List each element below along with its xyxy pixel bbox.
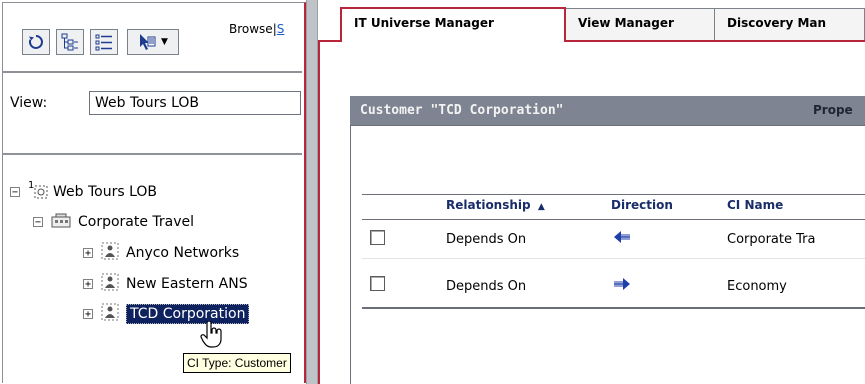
pointer-icon bbox=[140, 34, 156, 50]
tree-view-icon bbox=[61, 33, 78, 51]
tab-it-universe-manager[interactable]: IT Universe Manager bbox=[340, 7, 566, 42]
row-checkbox[interactable] bbox=[370, 276, 385, 291]
tree-node-root[interactable]: − 1 Web Tours LOB bbox=[10, 180, 157, 203]
content-border bbox=[318, 40, 330, 384]
hand-cursor-icon bbox=[200, 321, 222, 348]
tree-node-label[interactable]: Web Tours LOB bbox=[53, 184, 157, 200]
tree-node-label[interactable]: Corporate Travel bbox=[78, 214, 194, 230]
tree-node-label[interactable]: Anyco Networks bbox=[126, 245, 239, 261]
toolbar-divider bbox=[3, 71, 302, 73]
cell-ci-name[interactable]: Corporate Tra bbox=[727, 232, 815, 247]
view-divider bbox=[3, 153, 302, 155]
cell-relationship: Depends On bbox=[446, 232, 527, 247]
refresh-button[interactable] bbox=[22, 29, 50, 55]
tree-node-customer-selected[interactable]: + TCD Corporation bbox=[83, 303, 250, 325]
cell-ci-name[interactable]: Economy bbox=[727, 279, 787, 294]
tree-node-group[interactable]: − Corporate Travel bbox=[33, 211, 194, 233]
cell-relationship: Depends On bbox=[446, 279, 527, 294]
pointer-menu-button[interactable]: ▼ bbox=[127, 29, 179, 55]
panel-splitter[interactable] bbox=[306, 0, 318, 384]
customer-icon bbox=[101, 242, 119, 264]
right-panel bbox=[318, 0, 865, 384]
expand-icon[interactable]: + bbox=[83, 309, 93, 320]
search-mode-link[interactable]: S bbox=[277, 22, 285, 36]
details-header: Customer "TCD Corporation" Prope bbox=[350, 96, 865, 125]
tree-view-button[interactable] bbox=[56, 29, 84, 55]
column-header-ci-name[interactable]: CI Name bbox=[727, 198, 783, 212]
expand-icon[interactable]: + bbox=[83, 248, 93, 259]
table-bottom-rule bbox=[362, 307, 865, 309]
refresh-icon bbox=[28, 35, 43, 49]
chevron-down-icon: ▼ bbox=[161, 37, 168, 47]
properties-tab-label[interactable]: Prope bbox=[813, 103, 853, 117]
column-header-relationship[interactable]: Relationship ▲ bbox=[446, 198, 545, 212]
browse-text[interactable]: Browse bbox=[229, 22, 273, 36]
arrow-left-icon bbox=[613, 230, 631, 248]
customer-icon bbox=[101, 273, 119, 295]
business-unit-icon bbox=[51, 212, 71, 232]
expand-icon[interactable]: + bbox=[83, 279, 93, 290]
list-view-icon bbox=[95, 34, 112, 51]
details-frame bbox=[350, 96, 351, 384]
header-rule bbox=[362, 219, 865, 220]
table-top-rule bbox=[362, 194, 865, 195]
view-label: View: bbox=[10, 95, 48, 111]
customer-icon bbox=[101, 303, 119, 325]
header-border bbox=[350, 125, 865, 126]
browse-mode-label[interactable]: Browse|S bbox=[229, 22, 284, 36]
list-view-button[interactable] bbox=[90, 29, 118, 55]
tree-node-label-selected[interactable]: TCD Corporation bbox=[126, 304, 250, 324]
tree-node-label[interactable]: New Eastern ANS bbox=[126, 276, 248, 292]
tab-discovery-manager[interactable]: Discovery Man bbox=[714, 8, 865, 40]
arrow-right-icon bbox=[613, 277, 631, 295]
row-divider bbox=[362, 258, 865, 259]
left-panel: ▼ Browse|S View: Web Tours LOB − 1 Web T… bbox=[2, 2, 306, 383]
view-root-icon: 1 bbox=[28, 180, 48, 201]
collapse-icon[interactable]: − bbox=[10, 187, 20, 198]
tree-node-customer[interactable]: + Anyco Networks bbox=[83, 242, 239, 264]
column-header-direction[interactable]: Direction bbox=[611, 198, 673, 212]
tab-view-manager[interactable]: View Manager bbox=[565, 8, 715, 40]
tooltip: CI Type: Customer bbox=[183, 353, 291, 373]
details-title: Customer "TCD Corporation" bbox=[360, 103, 564, 118]
row-checkbox[interactable] bbox=[370, 230, 385, 245]
sort-ascending-icon[interactable]: ▲ bbox=[538, 202, 545, 212]
view-selector-input[interactable]: Web Tours LOB bbox=[89, 91, 301, 115]
tree-node-customer[interactable]: + New Eastern ANS bbox=[83, 273, 248, 295]
collapse-icon[interactable]: − bbox=[33, 217, 43, 228]
